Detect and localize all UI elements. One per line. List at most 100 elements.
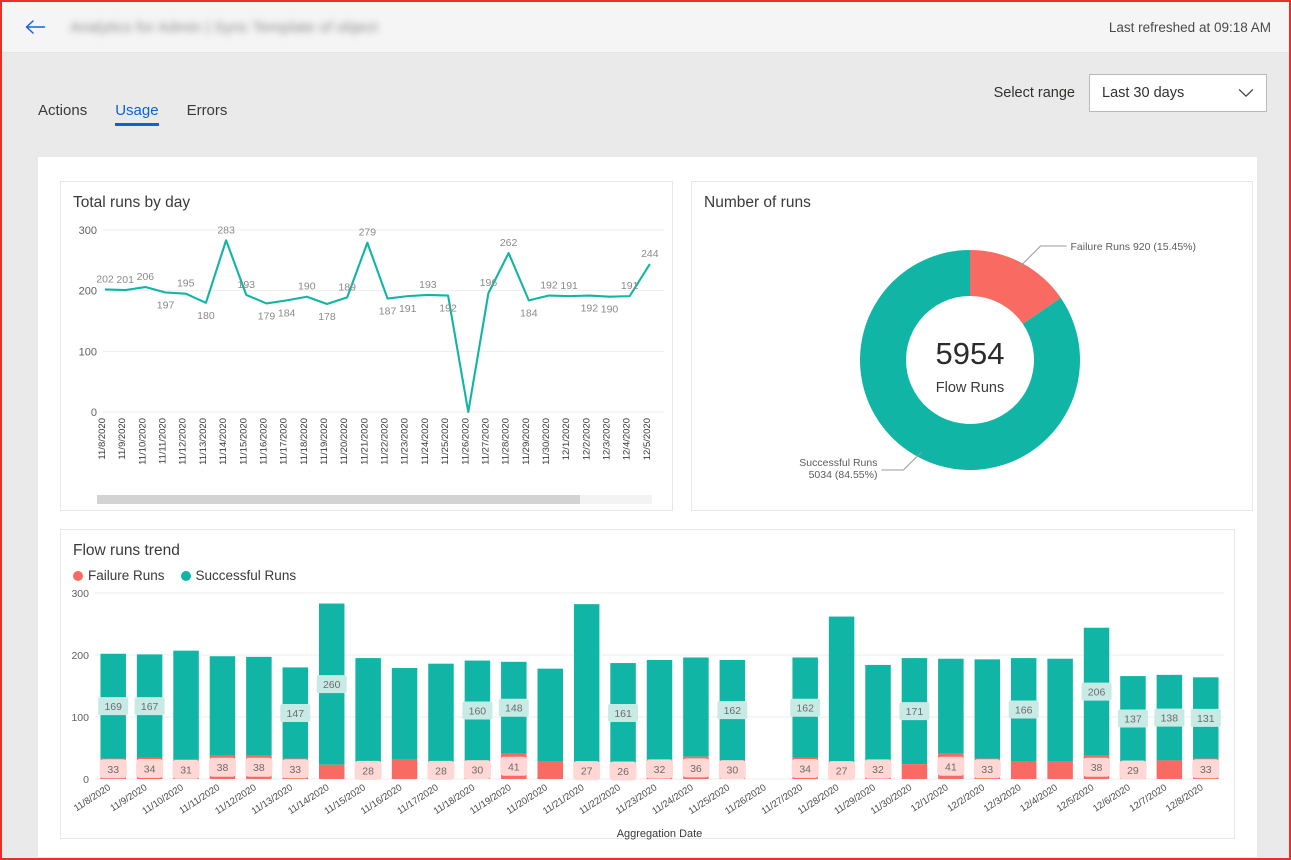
svg-text:11/27/2020: 11/27/2020	[480, 418, 491, 465]
svg-text:34: 34	[144, 763, 156, 775]
svg-text:184: 184	[520, 307, 538, 319]
svg-text:262: 262	[500, 237, 518, 249]
svg-text:11/9/2020: 11/9/2020	[117, 418, 128, 460]
svg-text:41: 41	[508, 761, 520, 773]
svg-text:100: 100	[79, 346, 97, 358]
line-chart-hscroll-thumb[interactable]	[97, 495, 580, 504]
legend-item-failure[interactable]: Failure Runs	[73, 568, 165, 583]
svg-text:11/16/2020: 11/16/2020	[258, 418, 269, 465]
legend-dot-successful	[180, 570, 191, 581]
svg-text:180: 180	[197, 310, 215, 322]
svg-text:138: 138	[1161, 713, 1179, 725]
svg-text:197: 197	[157, 299, 175, 311]
total-runs-line-chart[interactable]: 0100200300202 201 206197195180283193179 184…	[61, 212, 672, 507]
svg-text:Failure Runs 920 (15.45%): Failure Runs 920 (15.45%)	[1071, 241, 1196, 253]
svg-text:41: 41	[945, 761, 957, 773]
range-dropdown[interactable]: Last 30 days	[1089, 73, 1267, 112]
svg-text:32: 32	[872, 764, 884, 776]
svg-text:12/5/2020: 12/5/2020	[1055, 782, 1096, 814]
top-header-bar: Analytics for Admin | Sync Template of o…	[2, 2, 1289, 53]
svg-text:12/1/2020: 12/1/2020	[909, 782, 950, 814]
legend-label-successful: Successful Runs	[195, 568, 297, 583]
card-number-of-runs: Number of runs 5954 Flow Runs Failure Runs…	[691, 181, 1253, 511]
chevron-down-icon	[1238, 88, 1254, 98]
svg-text:11/13/2020: 11/13/2020	[198, 418, 209, 465]
legend-item-successful[interactable]: Successful Runs	[180, 568, 297, 583]
tab-actions[interactable]: Actions	[38, 103, 101, 132]
range-dropdown-value: Last 30 days	[1102, 84, 1185, 101]
svg-text:11/10/2020: 11/10/2020	[140, 782, 185, 817]
svg-text:12/5/2020: 12/5/2020	[642, 418, 653, 460]
analytics-page: Analytics for Admin | Sync Template of o…	[0, 0, 1291, 860]
svg-text:33: 33	[107, 764, 119, 776]
svg-text:11/10/2020: 11/10/2020	[137, 418, 148, 465]
svg-text:11/26/2020: 11/26/2020	[460, 418, 471, 465]
svg-text:12/1/2020: 12/1/2020	[561, 418, 572, 460]
svg-text:27: 27	[581, 766, 593, 778]
svg-text:27: 27	[836, 766, 848, 778]
svg-text:179: 179	[258, 310, 276, 322]
svg-text:30: 30	[472, 765, 484, 777]
svg-text:196: 196	[480, 277, 498, 289]
svg-text:12/7/2020: 12/7/2020	[1128, 782, 1169, 814]
svg-text:11/29/2020: 11/29/2020	[521, 418, 532, 465]
tab-errors[interactable]: Errors	[173, 103, 242, 132]
svg-text:32: 32	[654, 764, 666, 776]
svg-text:11/8/2020: 11/8/2020	[72, 782, 113, 814]
tab-usage[interactable]: Usage	[101, 103, 172, 132]
svg-text:38: 38	[217, 762, 229, 774]
svg-text:193: 193	[238, 279, 256, 291]
svg-text:206: 206	[1088, 687, 1106, 699]
svg-text:11/22/2020: 11/22/2020	[380, 418, 391, 465]
svg-text:11/15/2020: 11/15/2020	[238, 418, 249, 465]
svg-text:131: 131	[1197, 713, 1215, 725]
svg-text:5954: 5954	[936, 336, 1005, 371]
legend-dot-failure	[73, 570, 83, 581]
last-refreshed-text: Last refreshed at 09:18 AM	[1108, 19, 1271, 35]
svg-text:33: 33	[981, 764, 993, 776]
dashboard-canvas: Total runs by day 0 100 200 300 202 201 206 197…	[38, 157, 1257, 857]
svg-text:38: 38	[1091, 762, 1103, 774]
svg-text:260: 260	[323, 679, 341, 691]
svg-text:12/3/2020: 12/3/2020	[982, 782, 1023, 814]
svg-text:167: 167	[141, 701, 159, 713]
svg-text:36: 36	[690, 763, 702, 775]
svg-text:11/17/2020: 11/17/2020	[279, 418, 290, 465]
range-picker-group: Select range Last 30 days	[993, 73, 1267, 112]
svg-text:191: 191	[621, 280, 639, 292]
flow-runs-trend-bar-chart[interactable]: 0 100 200 300 33 169 34 167 31 38 38 33 147 260 28 28 30…	[61, 583, 1234, 841]
svg-text:192: 192	[581, 303, 599, 315]
svg-text:178: 178	[318, 311, 336, 323]
svg-text:12/4/2020: 12/4/2020	[1018, 782, 1059, 814]
svg-text:11/18/2020: 11/18/2020	[299, 418, 310, 465]
flow-runs-trend-title: Flow runs trend	[73, 542, 180, 559]
back-button[interactable]	[18, 10, 52, 44]
svg-text:12/2/2020: 12/2/2020	[581, 418, 592, 460]
svg-text:28: 28	[435, 765, 447, 777]
svg-text:161: 161	[614, 708, 632, 720]
svg-text:0: 0	[83, 774, 89, 786]
svg-text:192: 192	[540, 280, 558, 292]
tab-list: Actions Usage Errors	[38, 53, 241, 132]
line-chart-hscrollbar[interactable]	[97, 495, 652, 504]
svg-text:201: 201	[116, 274, 134, 286]
svg-text:100: 100	[71, 712, 89, 724]
svg-text:166: 166	[1015, 705, 1033, 717]
svg-text:162: 162	[724, 705, 742, 717]
svg-text:193: 193	[419, 279, 437, 291]
svg-text:202: 202	[96, 273, 114, 285]
svg-text:200: 200	[71, 650, 89, 662]
number-of-runs-donut-chart[interactable]: 5954 Flow Runs Failure Runs 920 (15.45%) Su…	[692, 212, 1252, 512]
tab-bar: Actions Usage Errors Select range Last 3…	[2, 53, 1289, 132]
svg-text:12/8/2020: 12/8/2020	[1164, 782, 1205, 814]
svg-text:283: 283	[217, 224, 235, 236]
svg-text:5034 (84.55%): 5034 (84.55%)	[809, 469, 878, 481]
svg-text:279: 279	[359, 227, 377, 239]
svg-text:162: 162	[796, 703, 814, 715]
svg-text:200: 200	[79, 286, 97, 298]
select-range-label: Select range	[993, 84, 1075, 101]
svg-text:11/23/2020: 11/23/2020	[400, 418, 411, 465]
svg-text:12/6/2020: 12/6/2020	[1091, 782, 1132, 814]
svg-text:190: 190	[298, 281, 316, 293]
svg-text:28: 28	[362, 765, 374, 777]
